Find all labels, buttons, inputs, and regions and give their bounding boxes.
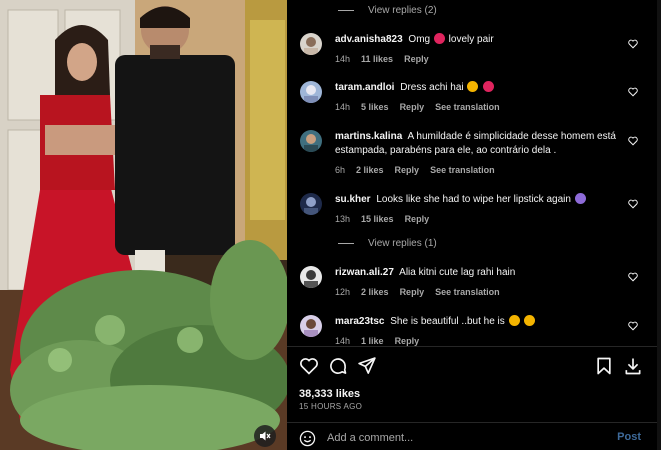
comment-time: 14h — [335, 336, 351, 346]
avatar-image — [300, 193, 322, 215]
post-button[interactable]: Post — [617, 431, 641, 443]
comment-meta: 14h 5 likes Reply See translation — [335, 102, 500, 112]
view-replies-label: View replies (2) — [368, 5, 437, 16]
avatar[interactable] — [300, 33, 322, 55]
post-date: 15 HOURS AGO — [299, 402, 363, 411]
comment-likes[interactable]: 2 likes — [361, 287, 389, 297]
comment-likes[interactable]: 1 like — [361, 336, 384, 346]
download-icon[interactable] — [623, 356, 643, 376]
add-comment-bar: Post — [287, 423, 661, 450]
post-actions — [287, 352, 661, 382]
comment-text: martins.kalina A humildade é simplicidad… — [335, 130, 625, 158]
comment-time: 6h — [335, 165, 346, 175]
reply-button[interactable]: Reply — [404, 54, 429, 64]
comment-likes[interactable]: 11 likes — [361, 54, 393, 64]
avatar-image — [300, 81, 322, 103]
bookmark-icon[interactable] — [594, 356, 614, 376]
comment-content: She is beautiful ..but he is — [390, 316, 505, 327]
comment-text: taram.andloi Dress achi hai — [335, 81, 625, 95]
divider — [287, 346, 661, 347]
rolling-eyes-emoji — [574, 193, 586, 204]
media-photo — [0, 0, 287, 450]
heart-icon[interactable] — [299, 356, 319, 376]
comment-time: 12h — [335, 287, 351, 297]
mute-button[interactable] — [254, 425, 276, 447]
speaker-muted-icon — [260, 431, 271, 441]
comments-panel: View replies (2) adv.anisha823 Omg lovel… — [287, 0, 661, 450]
reply-button[interactable]: Reply — [405, 214, 430, 224]
replies-line — [338, 243, 354, 244]
reply-button[interactable]: Reply — [395, 165, 420, 175]
scrollbar[interactable] — [657, 0, 661, 450]
avatar-image — [300, 315, 322, 337]
view-replies-label: View replies (1) — [368, 238, 437, 249]
disappointed-emoji — [508, 315, 520, 326]
comment-meta: 14h 1 like Reply — [335, 336, 419, 346]
see-translation-button[interactable]: See translation — [435, 102, 500, 112]
comments-list[interactable]: View replies (2) adv.anisha823 Omg lovel… — [287, 0, 661, 346]
heart-eyes-emoji — [433, 33, 445, 44]
reply-button[interactable]: Reply — [400, 287, 425, 297]
comment-meta: 13h 15 likes Reply — [335, 214, 429, 224]
avatar-image — [300, 130, 322, 152]
avatar[interactable] — [300, 81, 322, 103]
comment-icon[interactable] — [328, 356, 348, 376]
comment-likes[interactable]: 15 likes — [361, 214, 394, 224]
comment-meta: 14h 11 likes Reply — [335, 54, 429, 64]
comment-content: Looks like she had to wipe her lipstick … — [376, 194, 571, 205]
reply-button[interactable]: Reply — [395, 336, 420, 346]
comment-username[interactable]: adv.anisha823 — [335, 34, 403, 45]
comment-content: Alia kitni cute lag rahi hain — [399, 267, 516, 278]
comment-username[interactable]: su.kher — [335, 194, 371, 205]
comment-username[interactable]: mara23tsc — [335, 316, 384, 327]
comment-text: rizwan.ali.27 Alia kitni cute lag rahi h… — [335, 266, 625, 280]
comment-heart-icon[interactable] — [628, 199, 638, 209]
comment-meta: 12h 2 likes Reply See translation — [335, 287, 500, 297]
comment-heart-icon[interactable] — [628, 272, 638, 282]
comment-content: Dress achi hai — [400, 82, 464, 93]
comment-time: 14h — [335, 102, 351, 112]
avatar[interactable] — [300, 130, 322, 152]
comment-content-tail: lovely pair — [448, 34, 494, 45]
post-media[interactable] — [0, 0, 287, 450]
comment-heart-icon[interactable] — [628, 87, 638, 97]
raised-hands-emoji — [467, 81, 479, 92]
comment-likes[interactable]: 5 likes — [361, 102, 389, 112]
comment-time: 14h — [335, 54, 351, 64]
replies-line — [338, 10, 354, 11]
comment-likes[interactable]: 2 likes — [356, 165, 384, 175]
see-translation-button[interactable]: See translation — [435, 287, 500, 297]
comment-text: mara23tsc She is beautiful ..but he is — [335, 315, 625, 329]
comment-time: 13h — [335, 214, 351, 224]
send-icon[interactable] — [357, 356, 377, 376]
reply-button[interactable]: Reply — [400, 102, 425, 112]
comment-content: Omg — [408, 34, 431, 45]
comment-username[interactable]: martins.kalina — [335, 131, 402, 142]
comment-heart-icon[interactable] — [628, 321, 638, 331]
likes-count[interactable]: 38,333 likes — [299, 388, 360, 400]
avatar[interactable] — [300, 266, 322, 288]
comment-heart-icon[interactable] — [628, 136, 638, 146]
avatar-image — [300, 266, 322, 288]
see-translation-button[interactable]: See translation — [430, 165, 495, 175]
heart-eyes-emoji — [483, 81, 495, 92]
avatar[interactable] — [300, 193, 322, 215]
avatar[interactable] — [300, 315, 322, 337]
comment-text: su.kher Looks like she had to wipe her l… — [335, 193, 625, 207]
view-replies-button[interactable]: View replies (1) — [338, 238, 437, 249]
comment-username[interactable]: taram.andloi — [335, 82, 394, 93]
smile-icon[interactable] — [299, 430, 316, 447]
add-comment-input[interactable] — [327, 429, 607, 447]
comment-heart-icon[interactable] — [628, 39, 638, 49]
avatar-image — [300, 33, 322, 55]
view-replies-button[interactable]: View replies (2) — [338, 5, 437, 16]
comment-text: adv.anisha823 Omg lovely pair — [335, 33, 625, 47]
comment-username[interactable]: rizwan.ali.27 — [335, 267, 394, 278]
disappointed-emoji — [524, 315, 536, 326]
comment-meta: 6h 2 likes Reply See translation — [335, 165, 495, 175]
